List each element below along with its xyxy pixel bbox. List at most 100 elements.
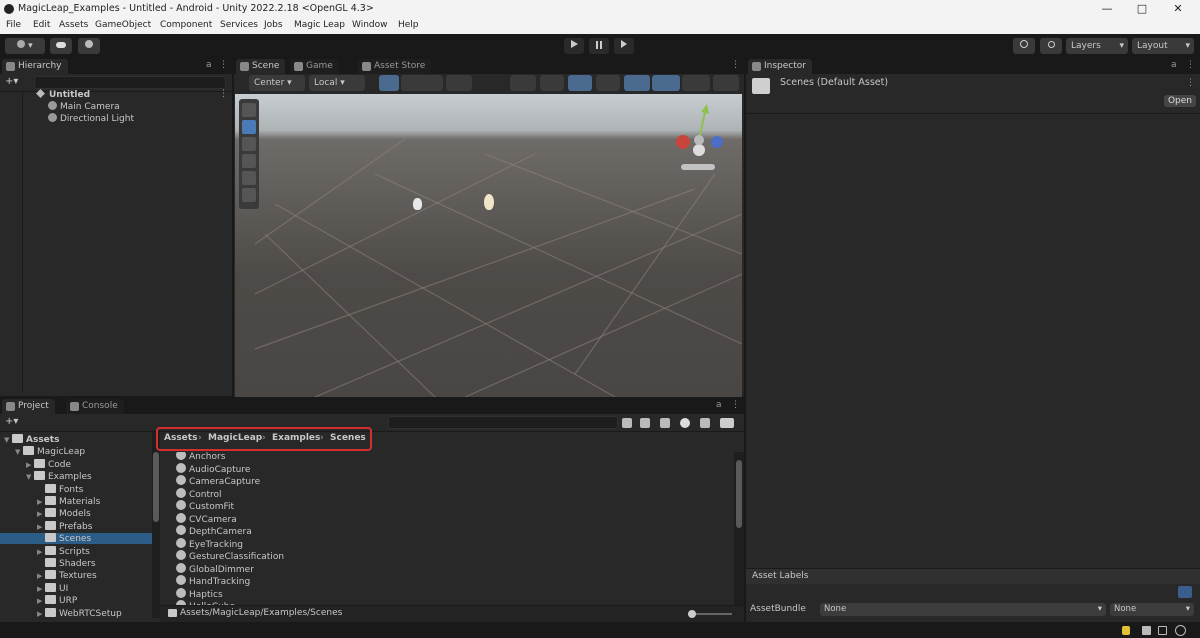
search-by-type-icon[interactable]	[622, 418, 632, 428]
list-item[interactable]: AudioCapture	[176, 462, 250, 475]
add-button[interactable]: +▾	[5, 416, 18, 427]
menu-component[interactable]: Component	[160, 20, 212, 30]
chevron-right-icon[interactable]: ▶	[37, 498, 45, 506]
assetbundle-dropdown[interactable]: None ▾	[820, 603, 1106, 616]
list-item[interactable]: GlobalDimmer	[176, 562, 254, 575]
tab-console[interactable]: Console	[66, 399, 124, 414]
orientation-gizmo[interactable]	[667, 100, 729, 180]
list-item[interactable]: Haptics	[176, 587, 223, 600]
menu-assets[interactable]: Assets	[59, 20, 88, 30]
lock-icon[interactable]: a	[716, 400, 722, 410]
rect-tool-icon[interactable]	[242, 171, 256, 185]
list-scrollbar[interactable]	[734, 452, 744, 608]
tree-item[interactable]: ▶ Code	[0, 458, 152, 470]
breadcrumb-assets[interactable]: Assets	[164, 433, 197, 443]
maximize-button[interactable]: □	[1127, 1, 1157, 17]
grid-snap-button[interactable]	[379, 75, 399, 91]
star-icon[interactable]	[720, 418, 734, 428]
scene-camera-button[interactable]	[652, 75, 680, 91]
menu-edit[interactable]: Edit	[33, 20, 50, 30]
breadcrumb-scenes[interactable]: Scenes	[330, 433, 366, 443]
hidden-objects-toggle[interactable]	[624, 75, 650, 91]
search-button[interactable]	[1040, 38, 1062, 54]
chevron-right-icon[interactable]: ▶	[37, 585, 45, 593]
list-item[interactable]: HandTracking	[176, 575, 250, 587]
icon-size-slider[interactable]	[688, 610, 732, 618]
list-scroll-thumb[interactable]	[736, 460, 742, 528]
chevron-down-icon[interactable]: ▼	[26, 473, 34, 481]
tree-item[interactable]: ▶ Prefabs	[0, 520, 152, 532]
layout-dropdown[interactable]: Layout ▾	[1132, 38, 1194, 54]
chevron-right-icon[interactable]: ▶	[37, 523, 45, 531]
rotate-tool-icon[interactable]	[242, 137, 256, 151]
breadcrumb-magicleap[interactable]: MagicLeap	[208, 433, 262, 443]
settings-icon[interactable]	[1175, 625, 1186, 636]
chevron-right-icon[interactable]: ▶	[26, 461, 34, 469]
tree-item[interactable]: ▶ WebRTCSetup	[0, 607, 152, 619]
tag-icon[interactable]	[1178, 586, 1192, 598]
menu-jobs[interactable]: Jobs	[264, 20, 283, 30]
list-item[interactable]: GestureClassification	[176, 550, 284, 562]
step-button[interactable]	[614, 38, 634, 54]
chevron-right-icon[interactable]: ▶	[37, 548, 45, 556]
slider-thumb[interactable]	[688, 610, 696, 618]
play-button[interactable]	[564, 38, 584, 54]
menu-services[interactable]: Services	[220, 20, 258, 30]
lock-icon[interactable]: a	[1171, 60, 1177, 70]
list-item[interactable]: CVCamera	[176, 512, 237, 525]
chevron-down-icon[interactable]: ▼	[4, 436, 12, 444]
menu-file[interactable]: File	[6, 20, 21, 30]
add-button[interactable]: +▾	[5, 76, 18, 87]
tree-scroll-thumb[interactable]	[153, 452, 159, 522]
layers-dropdown[interactable]: Layers ▾	[1066, 38, 1128, 54]
account-button[interactable]: ▾	[5, 38, 45, 54]
more-options-icon[interactable]: ⋮	[731, 60, 740, 70]
tree-item[interactable]: ▼ MagicLeap	[0, 446, 152, 457]
search-input[interactable]	[388, 416, 618, 429]
gizmos-button[interactable]	[682, 75, 710, 91]
pivot-center-dropdown[interactable]: Center ▾	[249, 75, 305, 91]
minimize-button[interactable]: —	[1092, 1, 1122, 17]
tree-item[interactable]: ▶ Textures	[0, 570, 152, 581]
pause-button[interactable]	[589, 38, 609, 54]
light-gizmo-icon[interactable]	[484, 194, 494, 210]
tree-item[interactable]: ▶ UI	[0, 582, 152, 594]
hierarchy-item-directional-light[interactable]: Directional Light	[48, 113, 134, 124]
menu-help[interactable]: Help	[398, 20, 419, 30]
tab-inspector[interactable]: Inspector	[748, 59, 812, 74]
scene-search-button[interactable]	[713, 75, 739, 91]
tab-scene[interactable]: Scene	[236, 59, 286, 74]
debug-icon[interactable]	[1158, 626, 1167, 635]
list-item[interactable]: DepthCamera	[176, 525, 252, 537]
more-options-icon[interactable]: ⋮	[731, 400, 740, 410]
move-tool-icon[interactable]	[242, 120, 256, 134]
tab-hierarchy[interactable]: Hierarchy	[2, 59, 68, 74]
2d-toggle[interactable]	[510, 75, 536, 91]
scene-more-icon[interactable]: ⋮	[219, 89, 228, 99]
snap-increment-button[interactable]	[401, 75, 443, 91]
menu-magic-leap[interactable]: Magic Leap	[294, 20, 345, 30]
scene-row[interactable]: Untitled	[36, 89, 90, 100]
more-options-icon[interactable]: ⋮	[219, 60, 228, 70]
hidden-packages-icon[interactable]	[700, 418, 710, 428]
tree-item[interactable]: ▶ Scripts	[0, 545, 152, 557]
tree-item[interactable]: ▼ Assets	[0, 434, 152, 445]
tab-asset-store[interactable]: Asset Store	[358, 59, 432, 74]
chevron-down-icon[interactable]: ▼	[15, 448, 23, 456]
collab-button[interactable]	[78, 38, 100, 54]
tree-item[interactable]: Scenes	[0, 533, 152, 545]
list-item[interactable]: Anchors	[176, 452, 225, 462]
search-by-importlog-icon[interactable]	[660, 418, 670, 428]
menu-gameobject[interactable]: GameObject	[95, 20, 151, 30]
list-item[interactable]: Control	[176, 487, 222, 500]
tree-scrollbar[interactable]	[152, 432, 160, 618]
undo-history-button[interactable]	[1013, 38, 1035, 54]
hand-tool-icon[interactable]	[242, 103, 256, 117]
close-button[interactable]: ✕	[1163, 1, 1193, 17]
tree-item[interactable]: ▶ Materials	[0, 496, 152, 507]
effects-toggle[interactable]	[596, 75, 620, 91]
list-item[interactable]: CameraCapture	[176, 475, 260, 487]
chevron-right-icon[interactable]: ▶	[37, 510, 45, 518]
lighting-toggle[interactable]	[540, 75, 564, 91]
audio-toggle[interactable]	[568, 75, 592, 91]
